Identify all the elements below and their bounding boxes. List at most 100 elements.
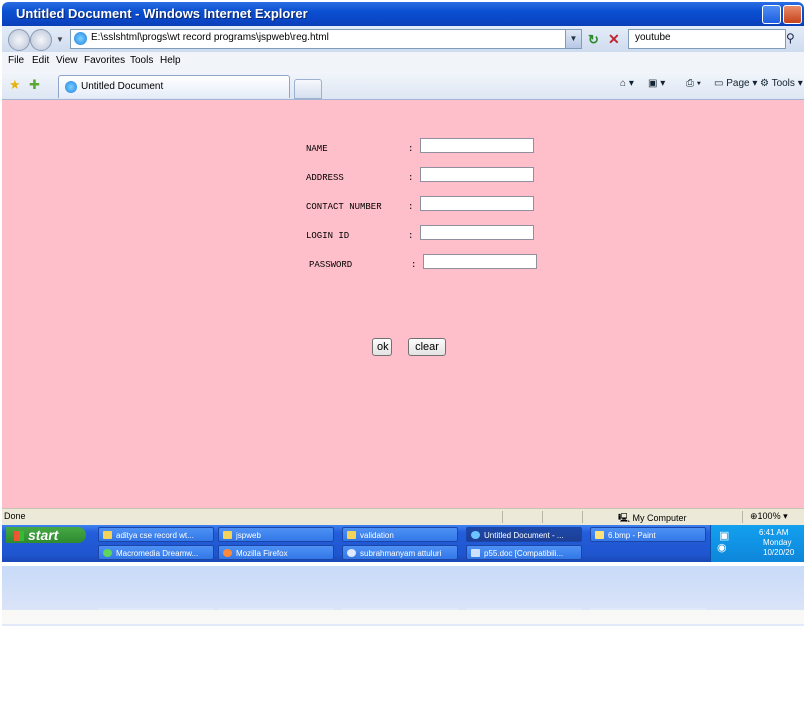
tab-title: Untitled Document: [81, 81, 164, 92]
page-menu-label: Page: [726, 78, 750, 89]
windows-logo-icon: [14, 531, 24, 541]
folder-icon: [223, 531, 232, 539]
clock-time[interactable]: 6:41 AM: [759, 528, 788, 537]
home-icon[interactable]: ⌂ ▾: [620, 78, 634, 89]
favorites-star-icon[interactable]: ★: [9, 77, 21, 93]
address-dropdown-icon[interactable]: ▼: [565, 30, 581, 48]
page-menu[interactable]: ▭ Page ▾: [714, 78, 757, 89]
new-tab-button[interactable]: [294, 79, 322, 99]
refresh-icon[interactable]: ↻: [588, 32, 599, 48]
search-input[interactable]: youtube: [628, 29, 786, 49]
stop-icon[interactable]: ✕: [608, 31, 620, 48]
name-input[interactable]: [420, 138, 534, 153]
taskbar-item[interactable]: 6.bmp - Paint: [590, 527, 706, 542]
login-id-separator: :: [408, 231, 414, 241]
menu-tools[interactable]: Tools: [130, 55, 153, 66]
print-icon[interactable]: ⎙ ▾: [686, 78, 701, 89]
address-row: ▼ E:\sslshtml\progs\wt record programs\j…: [2, 26, 804, 53]
login-id-input[interactable]: [420, 225, 534, 240]
title-bar[interactable]: Untitled Document - Windows Internet Exp…: [2, 2, 804, 26]
chat-icon: [347, 549, 356, 557]
tools-menu-label: Tools: [771, 78, 795, 89]
name-separator: :: [408, 144, 414, 154]
taskbar-item[interactable]: Mozilla Firefox: [218, 545, 334, 560]
forward-button[interactable]: [30, 29, 52, 51]
login-id-label: LOGIN ID: [306, 231, 350, 241]
menu-help[interactable]: Help: [160, 55, 181, 66]
clock-date: 10/20/20: [763, 548, 795, 557]
back-button[interactable]: [8, 29, 30, 51]
password-label: PASSWORD: [309, 260, 353, 270]
zoom-icon: ⊕: [750, 511, 758, 521]
page-content: NAME : ADDRESS : CONTACT NUMBER : LOGIN …: [2, 100, 804, 508]
close-button[interactable]: [783, 5, 802, 24]
status-text: Done: [4, 511, 26, 521]
taskbar-item-label: Untitled Document - ...: [484, 531, 564, 540]
system-tray: 6:41 AM Monday 10/20/20 ▣ ◉: [710, 525, 804, 562]
address-label: ADDRESS: [306, 173, 344, 183]
taskbar-item[interactable]: jspweb: [218, 527, 334, 542]
address-field[interactable]: [420, 167, 534, 182]
status-bar: Done 🖳 My Computer ⊕100% ▾: [2, 508, 804, 526]
folder-icon: [103, 531, 112, 539]
address-input[interactable]: E:\sslshtml\progs\wt record programs\jsp…: [70, 29, 582, 49]
taskbar-item[interactable]: p55.doc [Compatibili...: [466, 545, 582, 560]
start-button[interactable]: start: [6, 527, 86, 543]
menu-file[interactable]: File: [8, 55, 24, 66]
taskbar-item-label: Mozilla Firefox: [236, 549, 288, 558]
password-separator: :: [411, 260, 417, 270]
ok-button[interactable]: ok: [372, 338, 392, 356]
taskbar: start aditya cse record wt... jspweb val…: [2, 525, 804, 562]
status-divider: [742, 511, 743, 523]
zone-label: My Computer: [632, 513, 687, 523]
menu-edit[interactable]: Edit: [32, 55, 49, 66]
feeds-icon[interactable]: ▣ ▾: [648, 78, 665, 89]
taskbar-item[interactable]: subrahmanyam attuluri: [342, 545, 458, 560]
recent-pages-dropdown-icon[interactable]: ▼: [56, 35, 64, 44]
address-separator: :: [408, 173, 414, 183]
name-label: NAME: [306, 144, 328, 154]
taskbar-item-label: Macromedia Dreamw...: [116, 549, 199, 558]
taskbar-item-label: jspweb: [236, 531, 261, 540]
reflection: [2, 566, 804, 709]
taskbar-item-label: subrahmanyam attuluri: [360, 549, 442, 558]
contact-number-separator: :: [408, 202, 414, 212]
ie-window: Untitled Document - Windows Internet Exp…: [2, 2, 804, 562]
reflection-fade: [2, 566, 804, 709]
contact-number-input[interactable]: [420, 196, 534, 211]
dreamweaver-icon: [103, 549, 112, 557]
zoom-control[interactable]: ⊕100% ▾: [750, 511, 788, 522]
tools-menu[interactable]: ⚙ Tools ▾: [760, 78, 803, 89]
url-text: E:\sslshtml\progs\wt record programs\jsp…: [91, 32, 329, 43]
add-favorites-icon[interactable]: ✚: [29, 77, 40, 93]
minimize-button[interactable]: [762, 5, 781, 24]
menu-view[interactable]: View: [56, 55, 78, 66]
status-divider: [502, 511, 503, 523]
search-icon[interactable]: ⚲: [786, 31, 795, 45]
zoom-value: 100%: [757, 511, 781, 521]
tab-row: ★ ✚ Untitled Document ⌂ ▾ ▣ ▾ ⎙ ▾ ▭ Page…: [2, 71, 804, 100]
taskbar-item[interactable]: validation: [342, 527, 458, 542]
status-divider: [582, 511, 583, 523]
menu-bar: File Edit View Favorites Tools Help: [2, 52, 804, 72]
computer-icon: 🖳: [618, 513, 631, 523]
tray-icon[interactable]: ◉: [717, 541, 727, 554]
taskbar-item-label: p55.doc [Compatibili...: [484, 549, 564, 558]
word-icon: [471, 549, 480, 557]
password-input[interactable]: [423, 254, 537, 269]
folder-icon: [347, 531, 356, 539]
paint-icon: [595, 531, 604, 539]
window-title: Untitled Document - Windows Internet Exp…: [16, 6, 308, 21]
taskbar-item-label: 6.bmp - Paint: [608, 531, 656, 540]
taskbar-item[interactable]: Macromedia Dreamw...: [98, 545, 214, 560]
ie-page-icon: [74, 32, 87, 45]
taskbar-item-label: aditya cse record wt...: [116, 531, 194, 540]
clear-button[interactable]: clear: [408, 338, 446, 356]
taskbar-item-active[interactable]: Untitled Document - ...: [466, 527, 582, 542]
menu-favorites[interactable]: Favorites: [84, 55, 125, 66]
taskbar-item-label: validation: [360, 531, 394, 540]
status-divider: [542, 511, 543, 523]
taskbar-item[interactable]: aditya cse record wt...: [98, 527, 214, 542]
tab-untitled-document[interactable]: Untitled Document: [58, 75, 290, 98]
contact-number-label: CONTACT NUMBER: [306, 202, 382, 212]
